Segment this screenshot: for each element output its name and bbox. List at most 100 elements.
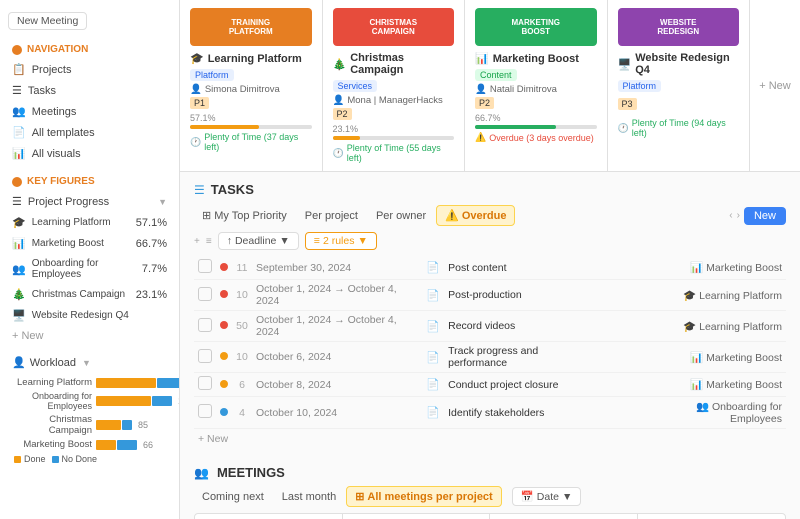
navigation-section-header: NAVIGATION xyxy=(0,40,179,59)
task-project[interactable]: 🎓 Learning Platform xyxy=(640,280,786,311)
task-checkbox[interactable] xyxy=(198,376,212,390)
expand-icon: + xyxy=(194,236,200,247)
card-christmas-campaign[interactable]: CHRISTMAS CAMPAIGN 🎄 Christmas Campaign … xyxy=(323,0,466,171)
task-checkbox[interactable] xyxy=(198,318,212,332)
task-checkbox[interactable] xyxy=(198,287,212,301)
tasks-icon: ☰ xyxy=(12,84,22,97)
card-website-redesign[interactable]: WEBSITE REDESIGN 🖥️ Website Redesign Q4 … xyxy=(608,0,751,171)
task-project[interactable]: 📊 Marketing Boost xyxy=(640,256,786,280)
task-project[interactable]: 🎓 Learning Platform xyxy=(640,311,786,342)
add-task-button[interactable]: + New xyxy=(194,429,786,449)
figure-learning-platform[interactable]: 🎓 Learning Platform 57.1% xyxy=(0,212,179,233)
figure-christmas[interactable]: 🎄 Christmas Campaign 23.1% xyxy=(0,284,179,305)
card-title-marketing: 📊 Marketing Boost xyxy=(475,52,597,65)
p3-badge: P3 xyxy=(618,98,637,110)
workload-num-christmas: 85 xyxy=(138,420,148,430)
meetings-section: 👥 MEETINGS Coming next Last month ⊞ All … xyxy=(180,455,800,519)
website-time: 🕐 Plenty of Time (94 days left) xyxy=(618,118,740,138)
task-date: October 1, 2024 → October 4, 2024 xyxy=(252,280,422,311)
tab-all-meetings[interactable]: ⊞ All meetings per project xyxy=(346,486,502,507)
next-icon[interactable]: › xyxy=(737,210,740,221)
table-row[interactable]: 4 October 10, 2024 📄 Identify stakeholde… xyxy=(194,397,786,429)
figure-marketing-boost[interactable]: 📊 Marketing Boost 66.7% xyxy=(0,233,179,254)
christmas-card-title: Christmas Campaign xyxy=(350,52,454,76)
task-name[interactable]: Conduct project closure xyxy=(444,373,600,397)
table-row[interactable]: 50 October 1, 2024 → October 4, 2024 📄 R… xyxy=(194,311,786,342)
mktg-icon: 📊 xyxy=(12,237,26,250)
task-checkbox[interactable] xyxy=(198,349,212,363)
christmas-tag: Services xyxy=(333,80,378,92)
workload-section[interactable]: 👤 Workload ▼ xyxy=(0,352,179,373)
tasks-section-header: ☰ TASKS xyxy=(194,182,786,197)
new-task-button[interactable]: New xyxy=(744,207,786,225)
clock-icon: 🕐 xyxy=(190,137,201,148)
tab-coming-next[interactable]: Coming next xyxy=(194,488,272,506)
nodone-bar xyxy=(152,396,172,406)
nodone-color xyxy=(52,456,59,463)
nav-icon xyxy=(12,45,22,55)
tab-last-month[interactable]: Last month xyxy=(274,488,344,506)
sidebar-item-projects[interactable]: 📋 Projects xyxy=(0,59,179,80)
sidebar-item-templates[interactable]: 📄 All templates xyxy=(0,122,179,143)
task-name[interactable]: Record videos xyxy=(444,311,600,342)
nodone-bar xyxy=(157,378,180,388)
task-filter-bar: + ≡ ↑ Deadline ▼ ≡ 2 rules ▼ xyxy=(194,232,786,250)
task-name[interactable]: Post-production xyxy=(444,280,600,311)
table-row[interactable]: 10 October 6, 2024 📄 Track progress and … xyxy=(194,342,786,373)
task-name[interactable]: Track progress and performance xyxy=(444,342,600,373)
tab-overdue[interactable]: ⚠️ Overdue xyxy=(436,205,515,226)
christmas-label: Christmas Campaign xyxy=(32,289,125,300)
deadline-filter[interactable]: ↑ Deadline ▼ xyxy=(218,232,299,250)
marketing-time: ⚠️ Overdue (3 days overdue) xyxy=(475,132,597,143)
clock-icon2: 🕐 xyxy=(333,148,344,159)
table-row[interactable]: 11 September 30, 2024 📄 Post content 📊 M… xyxy=(194,256,786,280)
table-row[interactable]: 10 October 1, 2024 → October 4, 2024 📄 P… xyxy=(194,280,786,311)
priority-indicator xyxy=(220,380,228,388)
marketing-progress: 66.7% xyxy=(475,113,597,129)
person-icon: 👤 xyxy=(190,84,202,95)
table-row[interactable]: 6 October 8, 2024 📄 Conduct project clos… xyxy=(194,373,786,397)
card-marketing-boost[interactable]: MARKETING BOOST 📊 Marketing Boost Conten… xyxy=(465,0,608,171)
date-filter[interactable]: 📅 Date ▼ xyxy=(512,487,582,506)
learning-track xyxy=(190,125,312,129)
card-training-platform[interactable]: TRAINING PLATFORM 🎓 Learning Platform Pl… xyxy=(180,0,323,171)
website-label: Website Redesign Q4 xyxy=(32,310,129,321)
task-file-icon: 📄 xyxy=(426,290,440,302)
learning-time: 🕐 Plenty of Time (37 days left) xyxy=(190,132,312,152)
task-project[interactable]: 📊 Marketing Boost xyxy=(640,342,786,373)
task-checkbox[interactable] xyxy=(198,259,212,273)
project-progress-item[interactable]: ☰ Project Progress ▼ xyxy=(0,191,179,212)
task-number: 50 xyxy=(232,311,252,342)
progress-icon: ☰ xyxy=(12,195,22,208)
task-name[interactable]: Identify stakeholders xyxy=(444,397,600,429)
tab-my-top-priority[interactable]: ⊞ My Top Priority xyxy=(194,206,295,225)
clock-icon3: ⚠️ xyxy=(475,132,486,143)
task-checkbox[interactable] xyxy=(198,404,212,418)
task-file-icon: 📄 xyxy=(426,321,440,333)
rules-filter[interactable]: ≡ 2 rules ▼ xyxy=(305,232,377,250)
website-card-title: Website Redesign Q4 xyxy=(635,52,739,76)
workload-label-onboarding: Onboarding for Employees xyxy=(12,391,92,411)
tab-per-project[interactable]: Per project xyxy=(297,207,366,225)
prev-icon[interactable]: ‹ xyxy=(729,210,732,221)
figure-website[interactable]: 🖥️ Website Redesign Q4 xyxy=(0,305,179,326)
meetings-icon: 👥 xyxy=(12,105,26,118)
figure-onboarding[interactable]: 👥 Onboarding for Employees 7.7% xyxy=(0,254,179,284)
task-number: 6 xyxy=(232,373,252,397)
task-name[interactable]: Post content xyxy=(444,256,600,280)
new-meeting-button[interactable]: New Meeting xyxy=(8,12,87,30)
sidebar-item-visuals[interactable]: 📊 All visuals xyxy=(0,143,179,164)
task-project[interactable]: 📊 Marketing Boost xyxy=(640,373,786,397)
mktg-label: Marketing Boost xyxy=(32,238,104,249)
workload-icon: 👤 xyxy=(12,356,26,369)
task-project[interactable]: 👥 Onboarding for Employees xyxy=(640,397,786,429)
add-new-button[interactable]: + New xyxy=(0,326,179,346)
visuals-label: All visuals xyxy=(32,148,81,160)
sidebar-item-meetings[interactable]: 👥 Meetings xyxy=(0,101,179,122)
add-card-button[interactable]: + New xyxy=(750,0,800,171)
tab-per-owner[interactable]: Per owner xyxy=(368,207,434,225)
mktg-value: 66.7% xyxy=(136,238,167,250)
sidebar-item-tasks[interactable]: ☰ Tasks xyxy=(0,80,179,101)
meeting-column: 🎄 Christmas Campaign 4 📅 Kick-off Christ… xyxy=(195,514,343,519)
clock-icon4: 🕐 xyxy=(618,123,629,134)
